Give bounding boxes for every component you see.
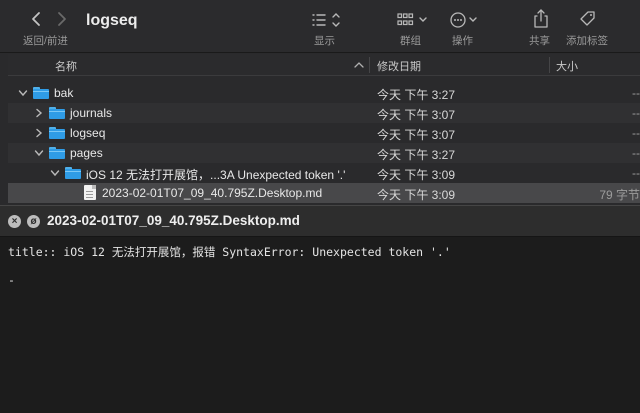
tag-icon — [580, 11, 595, 26]
minimize-button[interactable]: ø — [27, 215, 40, 228]
column-header: 名称 修改日期 大小 — [8, 54, 640, 76]
file-size: -- — [632, 146, 640, 160]
editor-window: × ø 2023-02-01T07_09_40.795Z.Desktop.md … — [0, 205, 640, 413]
share-button[interactable] — [531, 8, 551, 30]
share-caption: 共享 — [529, 35, 550, 47]
file-modified-date: 今天 下午 3:09 — [377, 188, 456, 202]
editor-title: 2023-02-01T07_09_40.795Z.Desktop.md — [47, 213, 300, 228]
file-name: iOS 12 无法打开展馆，...3A Unexpected token '.' — [86, 168, 346, 182]
editor-text-area[interactable]: title:: iOS 12 无法打开展馆，报错 SyntaxError: Un… — [0, 237, 640, 413]
file-list-row[interactable]: journals 今天 下午 3:07 -- — [8, 103, 640, 123]
file-list-row[interactable]: pages 今天 下午 3:27 -- — [8, 143, 640, 163]
view-caption: 显示 — [314, 35, 335, 47]
finder-toolbar: 返回/前进 logseq 显示 群组 操作 共享 添加标签 — [0, 0, 640, 53]
file-modified-date: 今天 下午 3:07 — [377, 128, 456, 142]
sort-ascending-icon[interactable] — [354, 60, 364, 70]
file-list-row[interactable]: bak 今天 下午 3:27 -- — [8, 83, 640, 103]
file-size: 79 字节 — [599, 188, 640, 202]
column-modified[interactable]: 修改日期 — [377, 58, 421, 74]
list-view-icon — [312, 13, 340, 27]
file-list-row[interactable]: 2023-02-01T07_09_40.795Z.Desktop.md 今天 下午… — [8, 183, 640, 203]
file-size: -- — [632, 166, 640, 180]
text-line[interactable]: title:: iOS 12 无法打开展馆，报错 SyntaxError: Un… — [8, 244, 451, 260]
add-tag-button[interactable] — [578, 9, 598, 29]
close-button[interactable]: × — [8, 215, 21, 228]
file-size: -- — [632, 106, 640, 120]
chevron-left-icon — [32, 12, 40, 26]
share-icon — [534, 9, 548, 28]
file-modified-date: 今天 下午 3:07 — [377, 108, 456, 122]
tags-caption: 添加标签 — [566, 35, 608, 47]
disclosure-expanded-icon[interactable] — [34, 146, 44, 160]
folder-icon — [49, 107, 65, 119]
back-forward-caption: 返回/前进 — [23, 35, 68, 47]
file-name: bak — [54, 86, 74, 100]
column-separator[interactable] — [549, 57, 550, 73]
column-size[interactable]: 大小 — [556, 58, 578, 74]
grid-group-icon — [397, 13, 427, 26]
file-name: pages — [70, 146, 103, 160]
column-separator[interactable] — [369, 57, 370, 73]
document-icon — [84, 185, 96, 200]
disclosure-expanded-icon[interactable] — [50, 166, 60, 180]
chevron-right-icon — [58, 12, 66, 26]
file-size: -- — [632, 86, 640, 100]
file-modified-date: 今天 下午 3:27 — [377, 148, 456, 162]
file-name: logseq — [70, 126, 106, 140]
editor-titlebar: × ø 2023-02-01T07_09_40.795Z.Desktop.md — [0, 205, 640, 237]
file-list-row[interactable]: logseq 今天 下午 3:07 -- — [8, 123, 640, 143]
file-name: journals — [70, 106, 113, 120]
column-name[interactable]: 名称 — [55, 58, 77, 74]
disclosure-expanded-icon[interactable] — [18, 86, 28, 100]
disclosure-collapsed-icon[interactable] — [34, 126, 44, 140]
action-caption: 操作 — [452, 35, 473, 47]
file-list-row[interactable]: iOS 12 无法打开展馆，...3A Unexpected token '.'… — [8, 163, 640, 183]
forward-button[interactable] — [50, 8, 72, 30]
close-icon: × — [11, 216, 18, 227]
minimize-icon: ø — [30, 216, 37, 227]
folder-icon — [49, 127, 65, 139]
file-name: 2023-02-01T07_09_40.795Z.Desktop.md — [102, 186, 323, 200]
ellipsis-circle-icon — [450, 12, 477, 28]
file-modified-date: 今天 下午 3:09 — [377, 168, 456, 182]
group-button[interactable] — [395, 10, 431, 30]
file-modified-date: 今天 下午 3:27 — [377, 88, 456, 102]
folder-icon — [65, 167, 81, 179]
group-caption: 群组 — [400, 35, 421, 47]
back-button[interactable] — [26, 8, 48, 30]
disclosure-collapsed-icon[interactable] — [34, 106, 44, 120]
action-button[interactable] — [448, 10, 482, 30]
window-title: logseq — [86, 12, 138, 29]
file-size: -- — [632, 126, 640, 140]
view-button[interactable] — [310, 10, 344, 30]
text-cursor: - — [8, 273, 15, 287]
finder-window: 返回/前进 logseq 显示 群组 操作 共享 添加标签 名称 修改日期 大小… — [0, 0, 640, 205]
folder-icon — [33, 87, 49, 99]
folder-icon — [49, 147, 65, 159]
